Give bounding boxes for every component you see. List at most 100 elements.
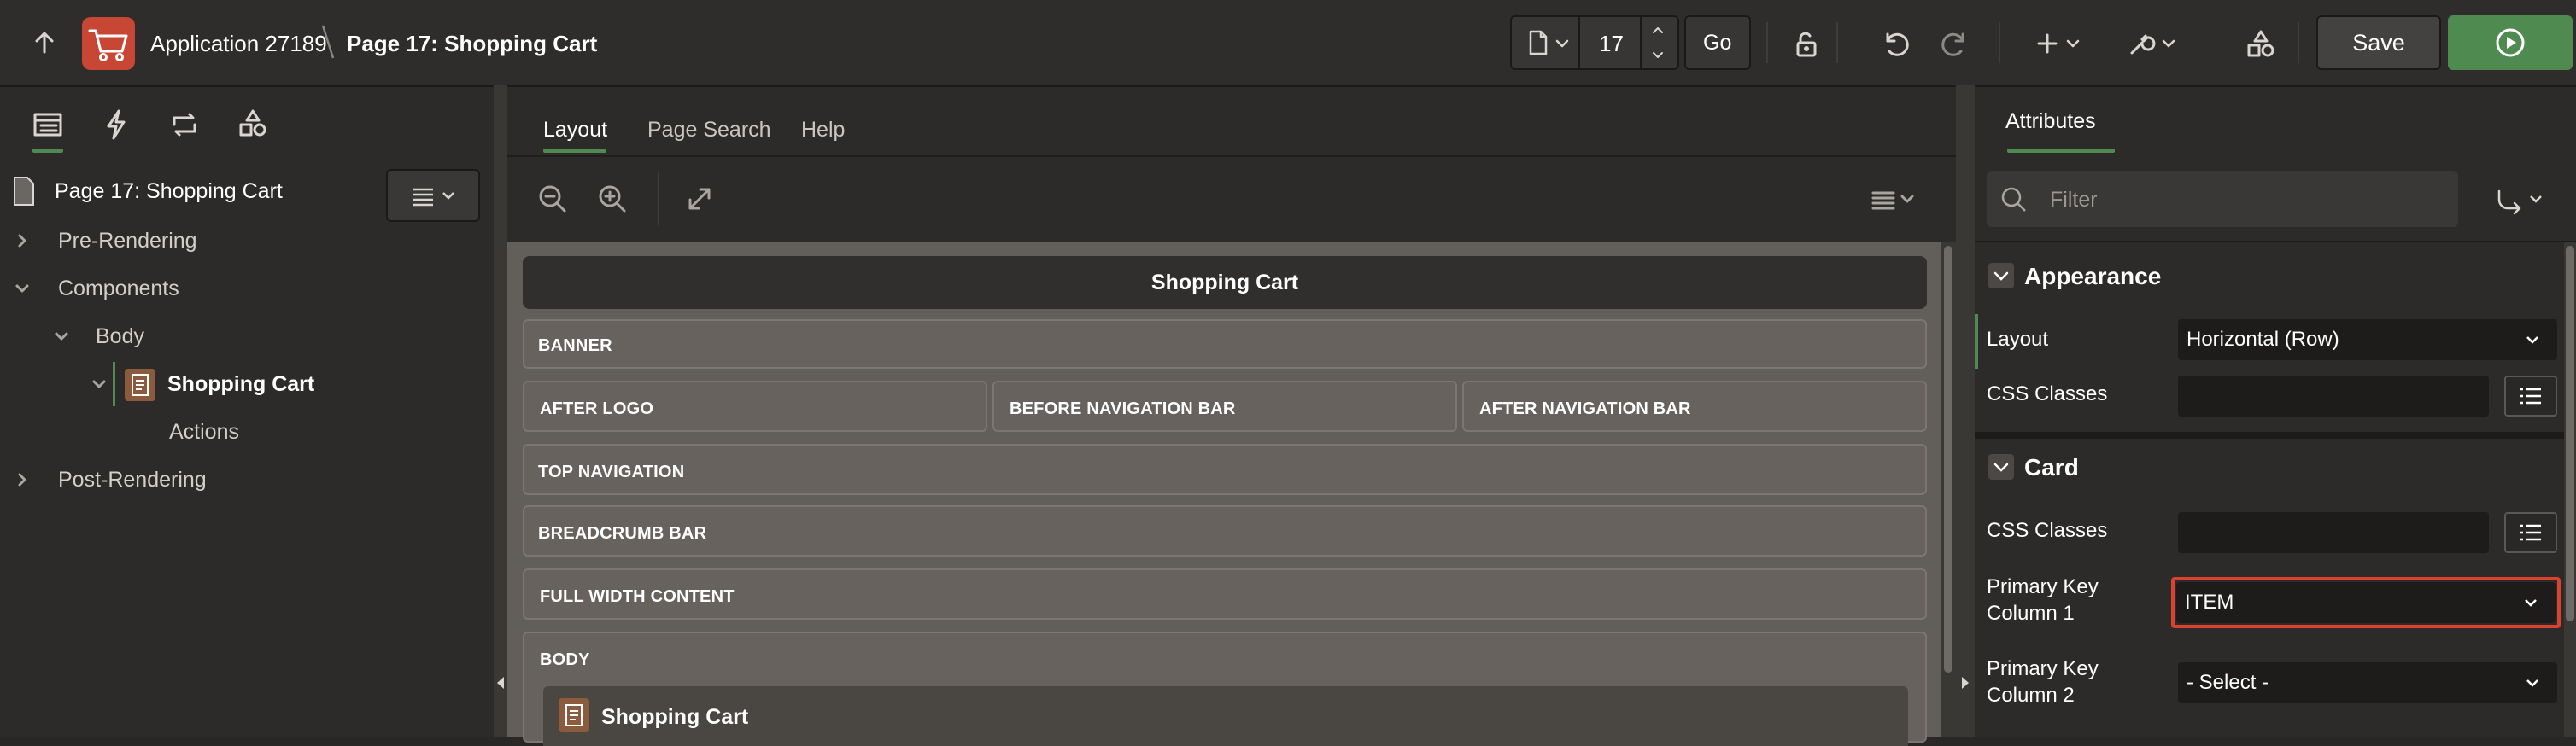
region-after-logo-label: AFTER LOGO	[540, 399, 654, 418]
filter-input[interactable]: Filter	[1987, 171, 2458, 227]
tab-layout[interactable]: Layout	[543, 118, 607, 143]
collapse-right-icon[interactable]	[1960, 674, 1970, 691]
tree-item-body[interactable]: Body	[96, 324, 144, 349]
expand-icon[interactable]	[683, 183, 716, 215]
region-top-navigation[interactable]: TOP NAVIGATION	[523, 444, 1927, 495]
primary-key-column-1-label: Primary Key Column 1	[1987, 575, 2099, 625]
tab-page-search[interactable]: Page Search	[647, 118, 771, 143]
page-icon[interactable]	[1524, 29, 1551, 56]
region-after-logo[interactable]: AFTER LOGO	[523, 381, 987, 432]
go-button-label: Go	[1703, 31, 1732, 55]
save-button[interactable]: Save	[2316, 15, 2441, 70]
app-logo[interactable]	[82, 17, 135, 70]
unlock-icon[interactable]	[1790, 29, 1821, 60]
tab-dynamic-actions[interactable]	[97, 106, 135, 143]
undo-icon[interactable]	[1879, 27, 1912, 60]
layout-canvas[interactable]: Shopping Cart BANNER AFTER LOGO BEFORE N…	[507, 242, 1941, 746]
zoom-out-icon[interactable]	[536, 183, 569, 215]
tree-item-shopping-cart[interactable]: Shopping Cart	[167, 372, 314, 397]
add-icon[interactable]	[2033, 29, 2062, 58]
go-to-group-icon[interactable]	[2492, 183, 2526, 217]
primary-key-column-2-label: Primary Key Column 2	[1987, 657, 2099, 707]
tree-root-page[interactable]: Page 17: Shopping Cart	[55, 179, 283, 204]
right-splitter[interactable]	[1956, 85, 1975, 737]
chevron-down-icon	[441, 188, 456, 203]
chevron-down-icon[interactable]	[53, 328, 70, 345]
redo-icon[interactable]	[1939, 27, 1971, 60]
tab-attributes[interactable]: Attributes	[2005, 109, 2096, 134]
primary-key-column-2-value: - Select -	[2187, 671, 2269, 694]
page-number-input[interactable]: 17	[1599, 31, 1624, 57]
region-before-nav-label: BEFORE NAVIGATION BAR	[1010, 399, 1236, 418]
card-css-classes-label: CSS Classes	[1987, 519, 2108, 542]
layout-editor-pane: Layout Page Search Help Shopping Cart BA…	[507, 87, 1956, 746]
chevron-right-icon[interactable]	[14, 232, 31, 249]
left-splitter[interactable]	[494, 85, 507, 737]
divider	[1975, 241, 2576, 242]
list-icon	[2518, 385, 2544, 407]
collapse-card-toggle[interactable]	[1988, 454, 2014, 480]
section-appearance-title[interactable]: Appearance	[2024, 263, 2161, 290]
region-full-width-content[interactable]: FULL WIDTH CONTENT	[523, 568, 1927, 620]
card-css-classes-input[interactable]	[2178, 512, 2489, 553]
tab-help[interactable]: Help	[801, 118, 845, 143]
tab-rendering[interactable]	[29, 106, 67, 143]
card-css-classes-list-button[interactable]	[2504, 512, 2557, 553]
property-editor-pane: Attributes Filter Appearance Layout Hori…	[1975, 87, 2576, 737]
zoom-in-icon[interactable]	[596, 183, 629, 215]
tree-item-actions[interactable]: Actions	[169, 420, 239, 445]
collapse-appearance-toggle[interactable]	[1988, 263, 2014, 288]
properties-scrollbar-thumb[interactable]	[2566, 246, 2574, 621]
chevron-down-icon[interactable]	[2161, 36, 2176, 51]
tree-selection-bar	[113, 362, 115, 406]
chevron-down-icon	[2525, 332, 2540, 347]
chevron-down-icon[interactable]	[91, 376, 108, 393]
shopping-cart-region-title: Shopping Cart	[601, 705, 749, 729]
run-page-button[interactable]	[2448, 15, 2573, 70]
chevron-down-icon[interactable]	[1900, 191, 1915, 207]
active-tab-indicator	[543, 149, 606, 153]
primary-key-column-1-value: ITEM	[2185, 591, 2234, 614]
tree-item-components[interactable]: Components	[58, 277, 179, 301]
region-banner-label: BANNER	[538, 336, 612, 355]
layout-select[interactable]: Horizontal (Row)	[2178, 319, 2557, 360]
tab-processing[interactable]	[166, 106, 203, 143]
wrench-icon[interactable]	[2125, 27, 2157, 60]
chevron-right-icon[interactable]	[14, 471, 31, 488]
layout-scrollbar-thumb[interactable]	[1944, 246, 1952, 673]
breadcrumb-page-title: Page 17: Shopping Cart	[347, 31, 598, 56]
section-card-title[interactable]: Card	[2024, 454, 2079, 481]
tab-shared-components[interactable]	[234, 106, 272, 143]
page-selector: 17	[1510, 15, 1679, 70]
appearance-css-classes-list-button[interactable]	[2504, 376, 2557, 417]
primary-key-column-2-select[interactable]: - Select -	[2178, 662, 2557, 703]
region-banner[interactable]: BANNER	[523, 319, 1927, 369]
appearance-css-classes-input[interactable]	[2178, 376, 2489, 417]
tree-menu-button[interactable]	[386, 169, 480, 222]
chevron-down-icon	[2523, 595, 2538, 610]
menu-lines-icon[interactable]	[1871, 188, 1896, 212]
go-button[interactable]: Go	[1684, 15, 1751, 70]
region-body[interactable]: BODY Shopping Cart	[523, 632, 1927, 746]
collapse-left-icon[interactable]	[495, 674, 506, 691]
shared-components-icon[interactable]	[2245, 27, 2277, 60]
appearance-css-classes-label: CSS Classes	[1987, 382, 2108, 405]
chevron-down-icon[interactable]	[2528, 191, 2544, 207]
page-header-bar[interactable]: Shopping Cart	[523, 256, 1927, 309]
page-down-icon[interactable]	[1650, 48, 1666, 63]
region-after-navigation-bar[interactable]: AFTER NAVIGATION BAR	[1462, 381, 1927, 432]
primary-key-column-1-select[interactable]: ITEM	[2176, 582, 2556, 623]
breadcrumb-app-name[interactable]: Application 27189	[150, 31, 327, 57]
region-breadcrumb-bar[interactable]: BREADCRUMB BAR	[523, 505, 1927, 557]
active-tab-indicator	[2007, 149, 2115, 153]
up-arrow-icon[interactable]	[31, 29, 58, 56]
page-up-icon[interactable]	[1650, 22, 1666, 38]
layout-select-value: Horizontal (Row)	[2187, 328, 2339, 351]
region-before-navigation-bar[interactable]: BEFORE NAVIGATION BAR	[992, 381, 1457, 432]
tree-item-post-rendering[interactable]: Post-Rendering	[58, 468, 207, 492]
top-toolbar: Application 27189 Page 17: Shopping Cart…	[0, 0, 2576, 87]
chevron-down-icon[interactable]	[1554, 36, 1570, 51]
chevron-down-icon[interactable]	[2065, 36, 2081, 51]
tree-item-pre-rendering[interactable]: Pre-Rendering	[58, 229, 197, 254]
chevron-down-icon[interactable]	[14, 280, 31, 297]
